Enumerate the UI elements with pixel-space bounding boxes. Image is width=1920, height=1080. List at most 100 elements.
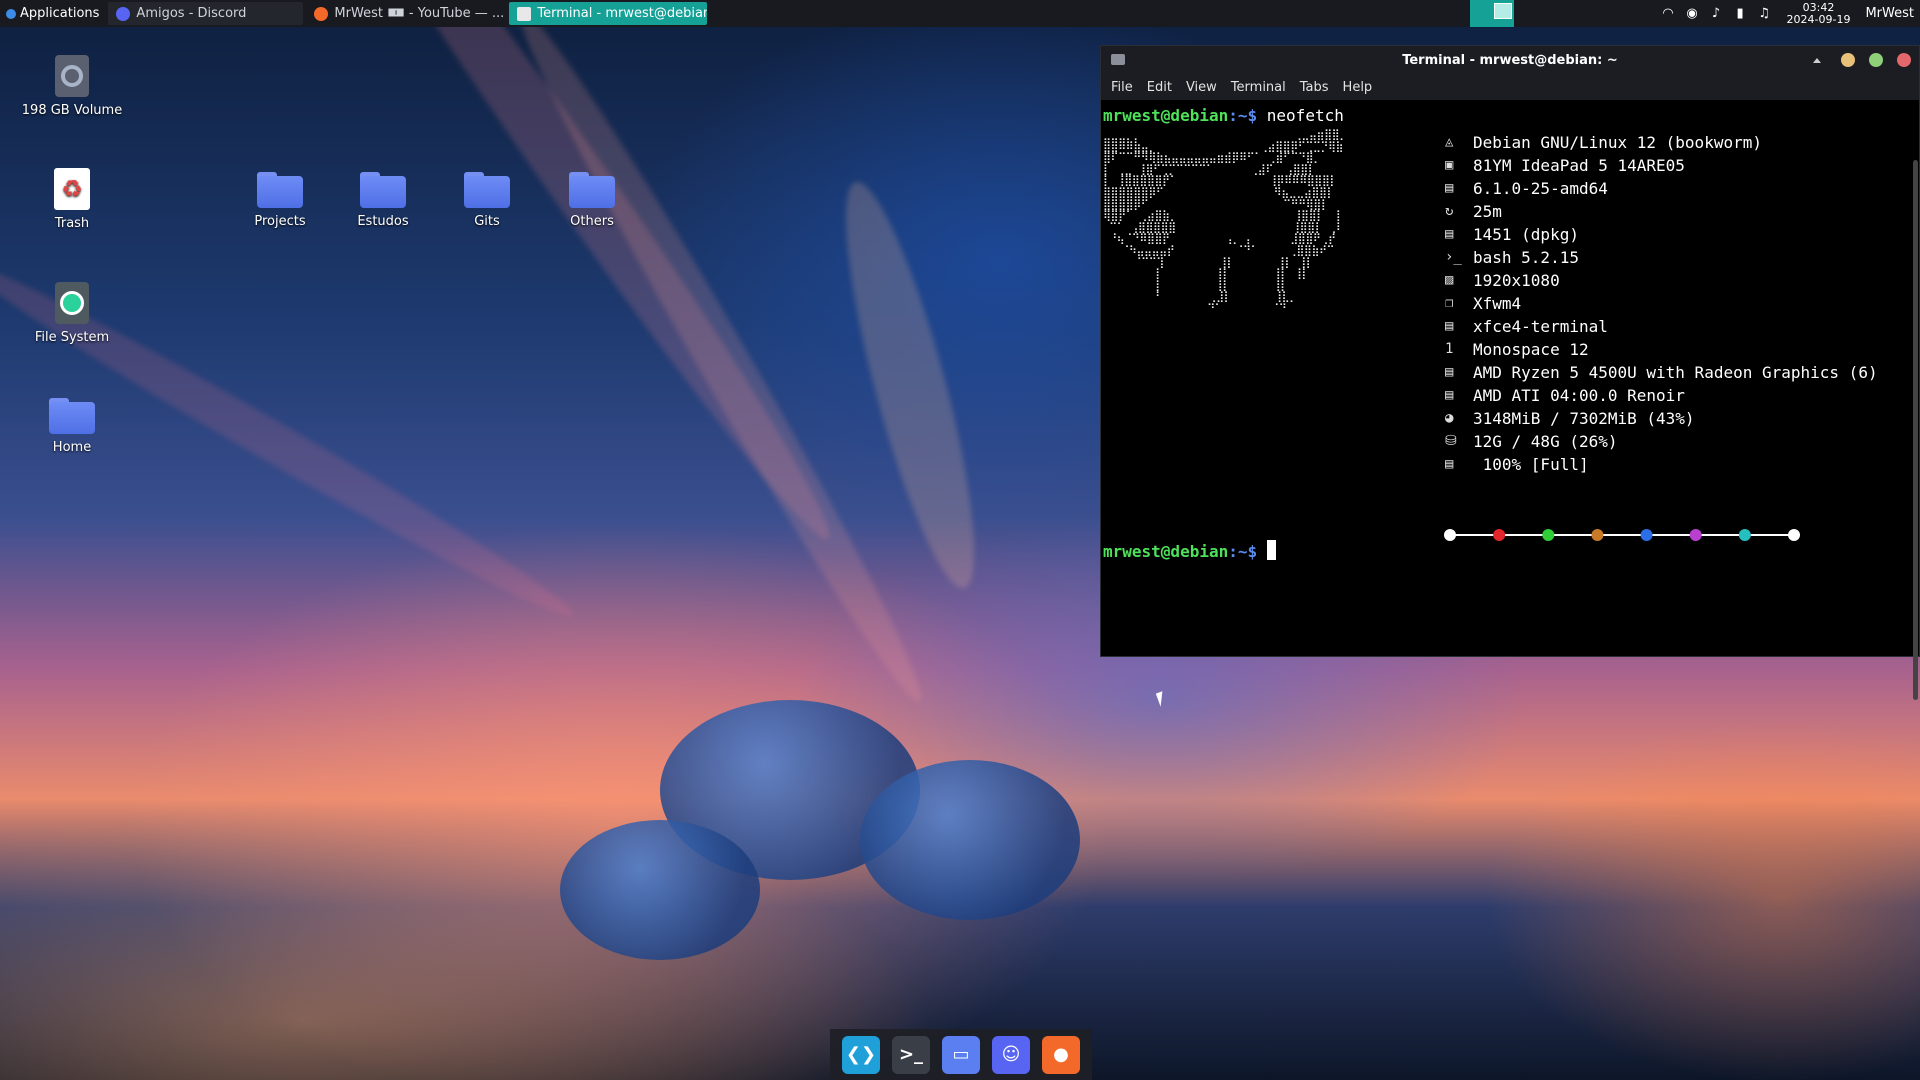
desktop-icon-home[interactable]: Home bbox=[17, 398, 127, 455]
prompt-user: mrwest@debian bbox=[1103, 542, 1229, 561]
applications-menu-button[interactable]: Applications bbox=[0, 0, 105, 27]
terminal-content[interactable]: mrwest@debian:~$ neofetch ⣀⣀⣀⡀⡀ ⢀⣀⣤⣶⣿⣿⡀ … bbox=[1101, 100, 1919, 700]
info-wm: ❐ Xfwm4 bbox=[1445, 294, 1522, 313]
info-terminal: ▤ xfce4-terminal bbox=[1445, 317, 1608, 336]
palette-swatch bbox=[1444, 529, 1456, 541]
shade-button[interactable] bbox=[1813, 57, 1821, 63]
palette-swatch bbox=[1788, 529, 1800, 541]
terminal-menubar: File Edit View Terminal Tabs Help bbox=[1101, 74, 1919, 100]
battery-icon[interactable]: ▮ bbox=[1733, 6, 1748, 21]
prompt-line[interactable]: mrwest@debian:~$ bbox=[1103, 540, 1276, 563]
workspace-thumbnail[interactable] bbox=[1494, 3, 1512, 19]
desktop-icon-label: Gits bbox=[474, 214, 500, 229]
desktop-icon-gits[interactable]: Gits bbox=[432, 172, 542, 229]
taskbar-item-discord[interactable]: Amigos - Discord bbox=[108, 2, 304, 25]
maximize-button[interactable] bbox=[1869, 53, 1883, 67]
desktop-icon-label: Trash bbox=[54, 216, 90, 231]
desktop-icon-label: Projects bbox=[254, 214, 306, 229]
home-folder-icon bbox=[49, 398, 95, 434]
clock-time: 03:42 bbox=[1802, 0, 1835, 14]
drive-icon bbox=[55, 55, 89, 97]
vscode-icon[interactable]: ❮❯ bbox=[842, 1035, 880, 1074]
palette-swatch bbox=[1738, 529, 1751, 541]
desktop-icon-volume[interactable]: 198 GB Volume bbox=[17, 55, 127, 118]
terminal-window-icon[interactable] bbox=[1111, 54, 1125, 65]
info-os: ◬ Debian GNU/Linux 12 (bookworm) bbox=[1445, 133, 1762, 152]
prompt-separator: :~$ bbox=[1228, 542, 1258, 561]
info-host: ▣ 81YM IdeaPad 5 14ARE05 bbox=[1445, 156, 1685, 175]
terminal-window[interactable]: Terminal - mrwest@debian: ~ File Edit Vi… bbox=[1100, 45, 1920, 700]
ascii-art-logo: ⣀⣀⣀⡀⡀ ⢀⣀⣤⣶⣿⣿⡀ ⣿⣿⠿⠿⣷⣤⡀ ⢀⣴⣿⣿⡿⠋⢉⣉⡙⢿⣷ ⣿⠏⠉⠉⠛⠻… bbox=[1103, 128, 1347, 315]
info-cpu: ▤ AMD Ryzen 5 4500U with Radeon Graphics … bbox=[1445, 363, 1878, 382]
terminal-scrollbar[interactable] bbox=[1913, 160, 1918, 700]
taskbar-item-terminal[interactable]: Terminal - mrwest@debian:... bbox=[509, 2, 708, 25]
info-packages: ▤ 1451 (dpkg) bbox=[1445, 225, 1579, 244]
desktop-icon-label: Others bbox=[570, 214, 614, 229]
palette-swatch bbox=[1591, 529, 1604, 541]
terminal-titlebar[interactable]: Terminal - mrwest@debian: ~ bbox=[1101, 46, 1919, 74]
user-name[interactable]: MrWest bbox=[1865, 6, 1914, 21]
memory-icon: ◕ bbox=[1445, 410, 1454, 426]
menu-view[interactable]: View bbox=[1186, 80, 1217, 95]
host-icon: ▣ bbox=[1445, 157, 1454, 173]
workspace-switcher[interactable] bbox=[1470, 0, 1514, 27]
palette-swatch bbox=[1542, 529, 1555, 541]
menu-help[interactable]: Help bbox=[1343, 80, 1373, 95]
xfce-logo-icon bbox=[6, 8, 16, 19]
mouse-pointer bbox=[1155, 691, 1168, 707]
resolution-icon: ▨ bbox=[1445, 272, 1454, 288]
font-icon: 1 bbox=[1445, 341, 1454, 357]
uptime-icon: ↻ bbox=[1445, 203, 1454, 219]
notification-bell-icon[interactable]: ♫ bbox=[1757, 6, 1772, 21]
text-cursor bbox=[1266, 540, 1276, 560]
volume-icon[interactable]: ♪ bbox=[1709, 6, 1724, 21]
taskbar-item-firefox[interactable]: MrWest 🀰 - YouTube — ... bbox=[306, 2, 506, 25]
taskbar-item-label: Amigos - Discord bbox=[136, 6, 247, 21]
kernel-icon: ▤ bbox=[1445, 180, 1454, 196]
discord-tray-icon[interactable]: ◉ bbox=[1685, 6, 1700, 21]
folder-icon bbox=[257, 172, 303, 208]
taskbar-item-label: MrWest 🀰 - YouTube — ... bbox=[334, 6, 505, 21]
color-palette bbox=[1444, 529, 1800, 541]
taskbar-item-label: Terminal - mrwest@debian:... bbox=[537, 6, 708, 21]
firefox-icon[interactable]: ● bbox=[1042, 1035, 1080, 1074]
folder-icon bbox=[569, 172, 615, 208]
desktop-icon-others[interactable]: Others bbox=[537, 172, 647, 229]
os-icon: ◬ bbox=[1445, 134, 1454, 150]
info-font: 1 Monospace 12 bbox=[1445, 340, 1589, 359]
palette-swatch bbox=[1689, 529, 1702, 541]
files-icon[interactable]: ▭ bbox=[942, 1035, 980, 1074]
desktop-icon-label: Home bbox=[52, 440, 92, 455]
top-panel: Applications Amigos - Discord MrWest 🀰 -… bbox=[0, 0, 1920, 27]
clock[interactable]: 03:42 2024-09-19 bbox=[1781, 0, 1857, 26]
clock-date: 2024-09-19 bbox=[1786, 12, 1851, 26]
gpu-icon: ▤ bbox=[1445, 387, 1454, 403]
terminal-icon[interactable]: >_ bbox=[892, 1035, 930, 1074]
minimize-button[interactable] bbox=[1841, 53, 1855, 67]
menu-edit[interactable]: Edit bbox=[1147, 80, 1172, 95]
disk-icon: ⛁ bbox=[1445, 433, 1457, 449]
menu-file[interactable]: File bbox=[1111, 80, 1133, 95]
palette-swatch bbox=[1493, 529, 1506, 541]
wm-icon: ❐ bbox=[1445, 295, 1454, 311]
dock: ❮❯ >_ ▭ ☺ ● bbox=[830, 1029, 1092, 1080]
packages-icon: ▤ bbox=[1445, 226, 1454, 242]
terminal-icon bbox=[517, 6, 532, 21]
desktop-icon-label: File System bbox=[34, 330, 110, 345]
desktop-icon-estudos[interactable]: Estudos bbox=[328, 172, 438, 229]
terminal-app-icon: ▤ bbox=[1445, 318, 1454, 334]
desktop-icon-trash[interactable]: ♻ Trash bbox=[17, 168, 127, 231]
discord-icon bbox=[116, 6, 131, 21]
wifi-icon[interactable]: ◠ bbox=[1661, 6, 1676, 21]
desktop-icon-projects[interactable]: Projects bbox=[225, 172, 335, 229]
menu-tabs[interactable]: Tabs bbox=[1300, 80, 1329, 95]
info-kernel: ▤ 6.1.0-25-amd64 bbox=[1445, 179, 1608, 198]
firefox-icon bbox=[314, 6, 329, 21]
discord-icon[interactable]: ☺ bbox=[992, 1035, 1030, 1074]
desktop-icon-filesystem[interactable]: File System bbox=[17, 282, 127, 345]
close-button[interactable] bbox=[1897, 53, 1911, 67]
command-line: mrwest@debian:~$ neofetch bbox=[1103, 104, 1917, 127]
menu-terminal[interactable]: Terminal bbox=[1231, 80, 1286, 95]
filesystem-icon bbox=[55, 282, 89, 324]
info-battery: ▤ 100% [Full] bbox=[1445, 455, 1589, 474]
